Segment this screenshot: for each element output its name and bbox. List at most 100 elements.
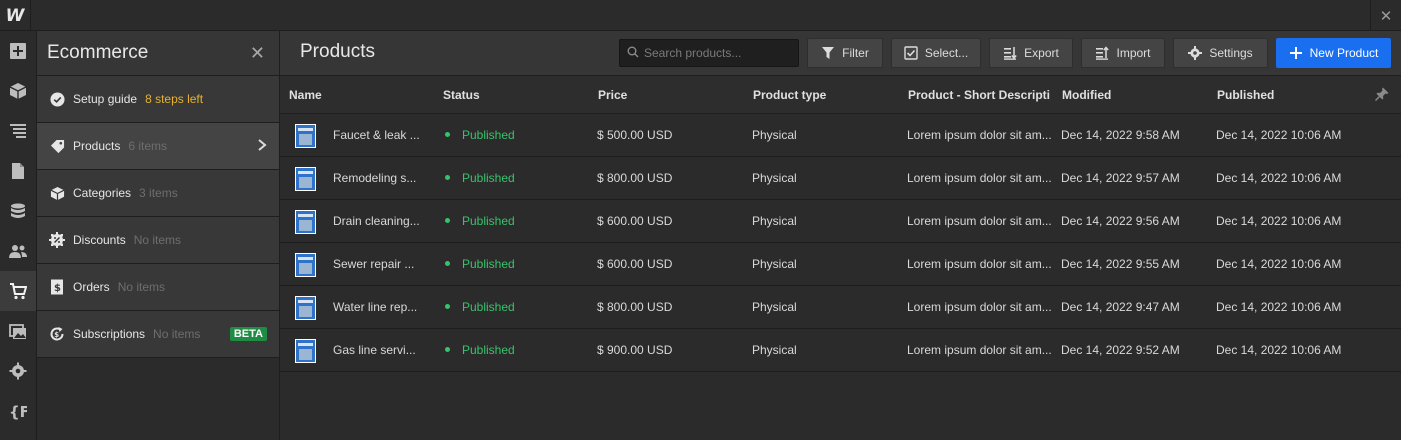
status-dot [445, 175, 450, 181]
panel-item-label: Products [73, 139, 121, 153]
product-thumbnail [295, 124, 316, 148]
product-description: Lorem ipsum dolor sit am... [907, 300, 1052, 314]
status-dot [445, 132, 450, 138]
product-type: Physical [752, 214, 797, 228]
panel-item-subscriptions[interactable]: $ Subscriptions No items BETA [37, 311, 279, 358]
table-row[interactable]: Remodeling s... Published $ 800.00 USD P… [280, 157, 1401, 200]
modified-date: Dec 14, 2022 9:57 AM [1061, 171, 1180, 185]
status-badge: Published [445, 128, 515, 142]
column-header-name[interactable]: Name [289, 88, 322, 102]
new-product-button[interactable]: New Product [1276, 38, 1391, 68]
product-price: $ 800.00 USD [597, 300, 673, 314]
product-thumbnail [295, 167, 316, 191]
select-label: Select... [924, 46, 969, 60]
product-description: Lorem ipsum dolor sit am... [907, 214, 1052, 228]
product-description: Lorem ipsum dolor sit am... [907, 128, 1052, 142]
status-text: Published [462, 343, 515, 357]
ecommerce-panel: Ecommerce ✕ Setup guide 8 steps left Pro… [37, 31, 280, 440]
product-name: Faucet & leak ... [333, 128, 420, 142]
close-icon[interactable]: ✕ [250, 43, 265, 64]
panel-item-label: Orders [73, 280, 110, 294]
column-header-modified[interactable]: Modified [1062, 88, 1111, 102]
status-badge: Published [445, 214, 515, 228]
pages-icon[interactable] [0, 151, 36, 191]
status-text: Published [462, 257, 515, 271]
panel-item-count: No items [153, 327, 201, 341]
panel-item-label: Discounts [73, 233, 126, 247]
ecommerce-icon[interactable] [0, 271, 36, 311]
product-thumbnail [295, 253, 316, 277]
product-name: Drain cleaning... [333, 214, 420, 228]
published-date: Dec 14, 2022 10:06 AM [1216, 300, 1342, 314]
webflow-logo[interactable]: W [0, 0, 31, 31]
table-row[interactable]: Water line rep... Published $ 800.00 USD… [280, 286, 1401, 329]
product-thumbnail [295, 339, 316, 363]
panel-item-count: No items [133, 233, 182, 247]
settings-icon[interactable] [0, 351, 36, 391]
published-date: Dec 14, 2022 10:06 AM [1216, 343, 1342, 357]
navigator-icon[interactable] [0, 111, 36, 151]
product-price: $ 600.00 USD [597, 214, 673, 228]
select-button[interactable]: Select... [891, 38, 981, 68]
filter-label: Filter [842, 46, 869, 60]
status-badge: Published [445, 171, 515, 185]
close-icon[interactable]: ✕ [1370, 0, 1401, 31]
assets-icon[interactable] [0, 311, 36, 351]
page-title: Products [300, 41, 375, 62]
cms-icon[interactable] [0, 191, 36, 231]
published-date: Dec 14, 2022 10:06 AM [1216, 257, 1342, 271]
left-icon-rail: {F [0, 31, 37, 440]
status-dot [445, 218, 450, 224]
subscription-refresh-icon: $ [49, 326, 65, 342]
panel-item-orders[interactable]: $ Orders No items [37, 264, 279, 311]
table-row[interactable]: Sewer repair ... Published $ 600.00 USD … [280, 243, 1401, 286]
panel-item-categories[interactable]: Categories 3 items [37, 170, 279, 217]
product-description: Lorem ipsum dolor sit am... [907, 257, 1052, 271]
modified-date: Dec 14, 2022 9:56 AM [1061, 214, 1180, 228]
panel-item-count: 3 items [139, 186, 178, 200]
product-price: $ 500.00 USD [597, 128, 673, 142]
table-row[interactable]: Drain cleaning... Published $ 600.00 USD… [280, 200, 1401, 243]
modified-date: Dec 14, 2022 9:58 AM [1061, 128, 1180, 142]
status-text: Published [462, 300, 515, 314]
svg-text:$: $ [54, 283, 61, 294]
top-bar: W ✕ [0, 0, 1401, 31]
search-icon [627, 46, 639, 61]
product-type: Physical [752, 343, 797, 357]
table-row[interactable]: Gas line servi... Published $ 900.00 USD… [280, 329, 1401, 372]
import-icon [1096, 46, 1110, 60]
panel-item-label: Setup guide [73, 92, 138, 106]
search-input[interactable] [644, 46, 794, 60]
import-button[interactable]: Import [1081, 38, 1165, 68]
column-header-short-description[interactable]: Product - Short Descripti [908, 88, 1062, 102]
components-icon[interactable] [0, 71, 36, 111]
panel-item-discounts[interactable]: Discounts No items [37, 217, 279, 264]
add-panel-icon[interactable] [0, 31, 36, 71]
apps-icon[interactable]: {F [0, 391, 36, 431]
published-date: Dec 14, 2022 10:06 AM [1216, 128, 1342, 142]
panel-item-products[interactable]: Products 6 items [37, 123, 279, 170]
column-header-product-type[interactable]: Product type [753, 88, 826, 102]
users-icon[interactable] [0, 231, 36, 271]
modified-date: Dec 14, 2022 9:52 AM [1061, 343, 1180, 357]
new-product-label: New Product [1309, 46, 1379, 60]
table-row[interactable]: Faucet & leak ... Published $ 500.00 USD… [280, 114, 1401, 157]
status-dot [445, 261, 450, 267]
column-header-price[interactable]: Price [598, 88, 627, 102]
export-button[interactable]: Export [989, 38, 1073, 68]
settings-button[interactable]: Settings [1173, 38, 1268, 68]
status-dot [445, 304, 450, 310]
product-type: Physical [752, 171, 797, 185]
export-icon [1004, 47, 1017, 60]
product-name: Gas line servi... [333, 343, 416, 357]
published-date: Dec 14, 2022 10:06 AM [1216, 171, 1342, 185]
panel-item-count: 8 steps left [145, 92, 204, 106]
column-header-status[interactable]: Status [443, 88, 480, 102]
search-box[interactable] [619, 39, 799, 67]
receipt-icon: $ [49, 279, 65, 295]
filter-button[interactable]: Filter [807, 38, 883, 68]
pin-icon[interactable] [1375, 87, 1389, 104]
column-header-published[interactable]: Published [1217, 88, 1274, 102]
panel-item-setup-guide[interactable]: Setup guide 8 steps left [37, 76, 279, 123]
beta-badge: BETA [229, 327, 267, 341]
